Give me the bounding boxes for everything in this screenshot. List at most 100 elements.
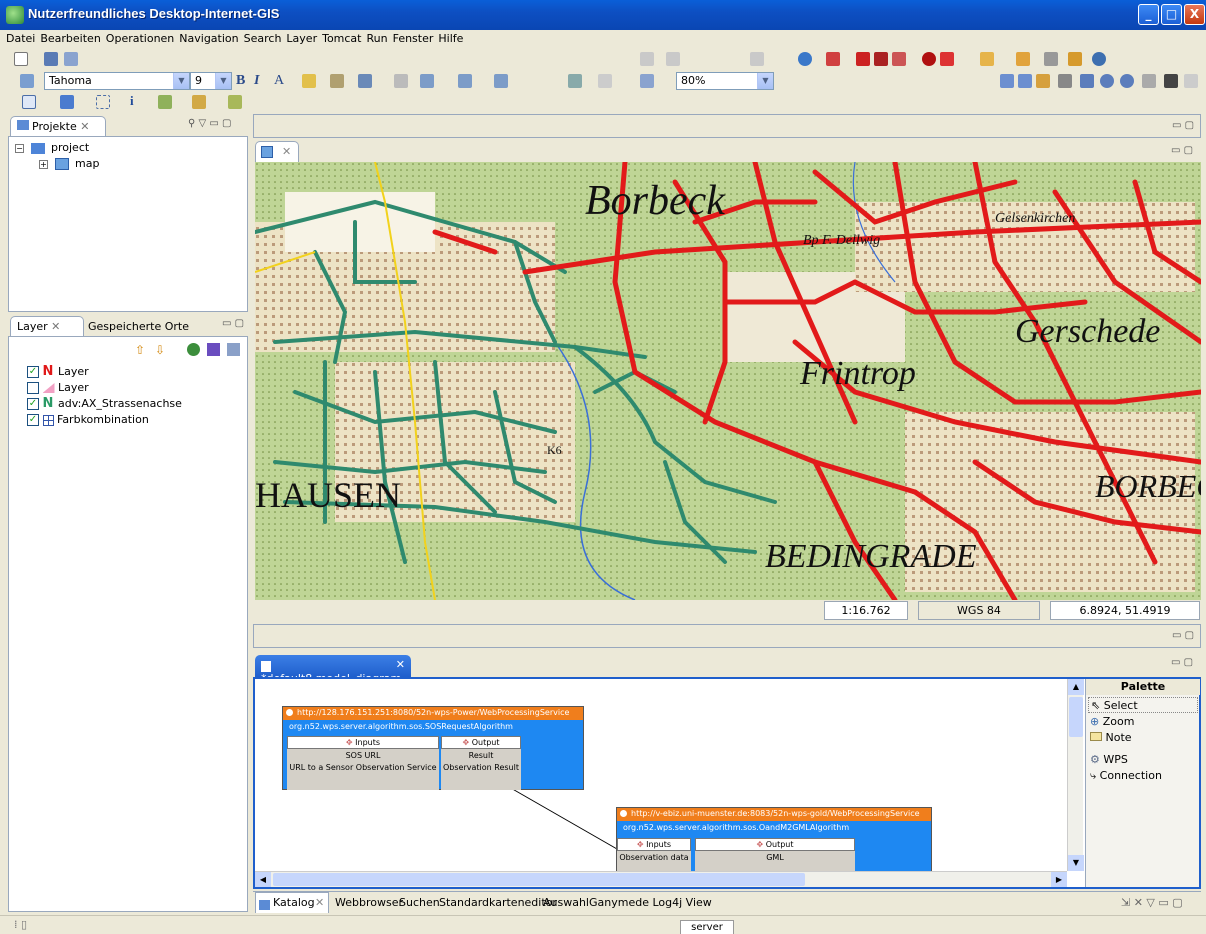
zoom-in-icon[interactable] xyxy=(1100,74,1114,88)
menu-run[interactable]: Run xyxy=(367,30,393,48)
tab-katalog-label[interactable]: Katalog xyxy=(273,896,315,909)
menu-fenster[interactable]: Fenster xyxy=(393,30,439,48)
save-all-icon[interactable] xyxy=(64,52,78,66)
redo-icon[interactable] xyxy=(666,52,680,66)
save-icon[interactable] xyxy=(44,52,58,66)
palette-item-note[interactable]: Note xyxy=(1090,731,1132,744)
properties-icon[interactable] xyxy=(227,343,240,356)
wps-process-box-1[interactable]: http://128.176.151.251:8080/52n-wps-Powe… xyxy=(282,706,584,790)
map-canvas[interactable]: Borbeck Bp F. Dellwig Frintrop Gerschede… xyxy=(255,162,1201,600)
layer-red-icon[interactable] xyxy=(826,52,840,66)
close-icon[interactable]: ✕ xyxy=(396,658,405,671)
scroll-thumb[interactable] xyxy=(1069,697,1083,737)
tab-gespeicherte-orte[interactable]: Gespeicherte Orte xyxy=(88,320,189,333)
close-icon[interactable]: ✕ xyxy=(315,896,324,909)
text-color-button[interactable]: A xyxy=(274,73,284,89)
scroll-thumb[interactable] xyxy=(273,873,805,886)
chevron-down-icon[interactable]: ▼ xyxy=(215,73,231,89)
menu-bearbeiten[interactable]: Bearbeiten xyxy=(40,30,105,48)
minimize-button[interactable]: _ xyxy=(1138,4,1159,25)
back-icon[interactable] xyxy=(1000,74,1014,88)
distribute-icon[interactable] xyxy=(494,74,508,88)
stop-icon[interactable] xyxy=(922,52,936,66)
info-tool-icon[interactable]: i xyxy=(130,93,134,109)
diagram-canvas[interactable]: http://128.176.151.251:8080/52n-wps-Powe… xyxy=(253,677,1201,889)
map-graphic[interactable]: Borbeck Bp F. Dellwig Frintrop Gerschede… xyxy=(255,162,1201,600)
layout-icon[interactable] xyxy=(640,74,654,88)
view-menu-icon[interactable]: ⇲ ✕ ▽ ▭ ▢ xyxy=(1121,896,1183,909)
collapse-icon[interactable]: − xyxy=(15,143,24,153)
layer-item[interactable]: ✓ Layer xyxy=(27,381,89,394)
layer-item[interactable]: ✓ N Layer xyxy=(27,365,89,378)
draw-tool-icon[interactable] xyxy=(192,95,206,109)
palette-item-wps[interactable]: ⚙ WPS xyxy=(1090,753,1128,766)
eraser-icon[interactable] xyxy=(1184,74,1198,88)
info-icon[interactable] xyxy=(1142,74,1156,88)
copy-icon[interactable] xyxy=(394,74,408,88)
menu-tomcat[interactable]: Tomcat xyxy=(322,30,366,48)
tab-suchen[interactable]: Suchen xyxy=(399,896,440,909)
edit-red-3-icon[interactable] xyxy=(892,52,906,66)
scroll-up-icon[interactable]: ▲ xyxy=(1068,679,1084,695)
tab-standardkarteneditor[interactable]: Standardkarteneditor xyxy=(439,896,557,909)
edit-red-icon[interactable] xyxy=(856,52,870,66)
arrow-style-icon[interactable] xyxy=(358,74,372,88)
chevron-down-icon[interactable]: ▼ xyxy=(173,73,189,89)
tab-ganymede-log4j-view[interactable]: Ganymede Log4j View xyxy=(589,896,712,909)
align-icon[interactable] xyxy=(458,74,472,88)
menu-navigation[interactable]: Navigation xyxy=(179,30,243,48)
output-section-1[interactable]: ✥ Output Result Observation Result xyxy=(441,736,521,790)
close-button[interactable]: X xyxy=(1184,4,1205,25)
fill-color-icon[interactable] xyxy=(302,74,316,88)
horizontal-scrollbar[interactable]: ◀ ▶ xyxy=(255,871,1067,887)
database-icon[interactable] xyxy=(940,52,954,66)
scale-display[interactable]: 1:16.762 xyxy=(824,601,908,620)
zoom-select[interactable]: 80% ▼ xyxy=(676,72,774,90)
bold-button[interactable]: B xyxy=(236,73,245,89)
close-icon[interactable]: ✕ xyxy=(282,145,291,158)
crs-display[interactable]: WGS 84 xyxy=(918,601,1040,620)
wand-icon[interactable] xyxy=(1016,52,1030,66)
new-file-icon[interactable] xyxy=(14,52,28,66)
zoom-out-icon[interactable] xyxy=(1120,74,1134,88)
tab-webbrowser[interactable]: Webbrowser xyxy=(335,896,403,909)
style-icon[interactable] xyxy=(207,343,220,356)
globe-icon[interactable] xyxy=(798,52,812,66)
layer-checkbox[interactable]: ✓ xyxy=(27,414,39,426)
minimize-maximize-icon[interactable]: ▭ ▢ xyxy=(1171,145,1193,156)
folder-icon[interactable] xyxy=(980,52,994,66)
scroll-right-icon[interactable]: ▶ xyxy=(1051,872,1067,887)
tab-map[interactable]: ✕ xyxy=(255,141,299,162)
scroll-down-icon[interactable]: ▼ xyxy=(1068,855,1084,871)
scroll-left-icon[interactable]: ◀ xyxy=(255,872,271,887)
menu-datei[interactable]: Datei xyxy=(6,30,40,48)
italic-button[interactable]: I xyxy=(254,73,259,89)
print-icon[interactable] xyxy=(750,52,764,66)
font-icon[interactable] xyxy=(20,74,34,88)
menu-search[interactable]: Search xyxy=(244,30,287,48)
edit-red-2-icon[interactable] xyxy=(874,52,888,66)
layer-checkbox[interactable]: ✓ xyxy=(27,382,39,394)
move-down-icon[interactable]: ⇩ xyxy=(155,343,165,357)
box-select-icon[interactable] xyxy=(96,95,110,109)
add-layer-icon[interactable] xyxy=(187,343,200,356)
connector-icon[interactable] xyxy=(598,74,612,88)
restore-icon[interactable]: ▭ ▢ xyxy=(1172,120,1194,131)
restore-icon[interactable]: ▭ ▢ xyxy=(1172,630,1194,641)
vertical-scrollbar[interactable]: ▲ ▼ xyxy=(1067,679,1084,871)
zoom-extent-icon[interactable] xyxy=(1080,74,1094,88)
maximize-button[interactable]: □ xyxy=(1161,4,1182,25)
chevron-down-icon[interactable]: ▼ xyxy=(757,73,773,89)
close-icon[interactable]: ✕ xyxy=(51,320,60,333)
selection-tool-icon[interactable] xyxy=(22,95,36,109)
inputs-section-1[interactable]: ✥ Inputs SOS URL URL to a Sensor Observa… xyxy=(287,736,439,790)
font-size-select[interactable]: 9 ▼ xyxy=(190,72,232,90)
pan-icon[interactable] xyxy=(1036,74,1050,88)
tree-item-map[interactable]: + map xyxy=(39,157,99,170)
tab-layer[interactable]: Layer ✕ xyxy=(10,316,84,336)
select-all-icon[interactable] xyxy=(420,74,434,88)
wps-process-box-2[interactable]: http://v-ebiz.uni-muenster.de:8083/52n-w… xyxy=(616,807,932,882)
line-color-icon[interactable] xyxy=(330,74,344,88)
link-icon[interactable]: ⚲ ▽ ▭ ▢ xyxy=(188,118,231,129)
tab-model-diagram[interactable]: *default8.model_diagram ✕ xyxy=(255,655,411,685)
